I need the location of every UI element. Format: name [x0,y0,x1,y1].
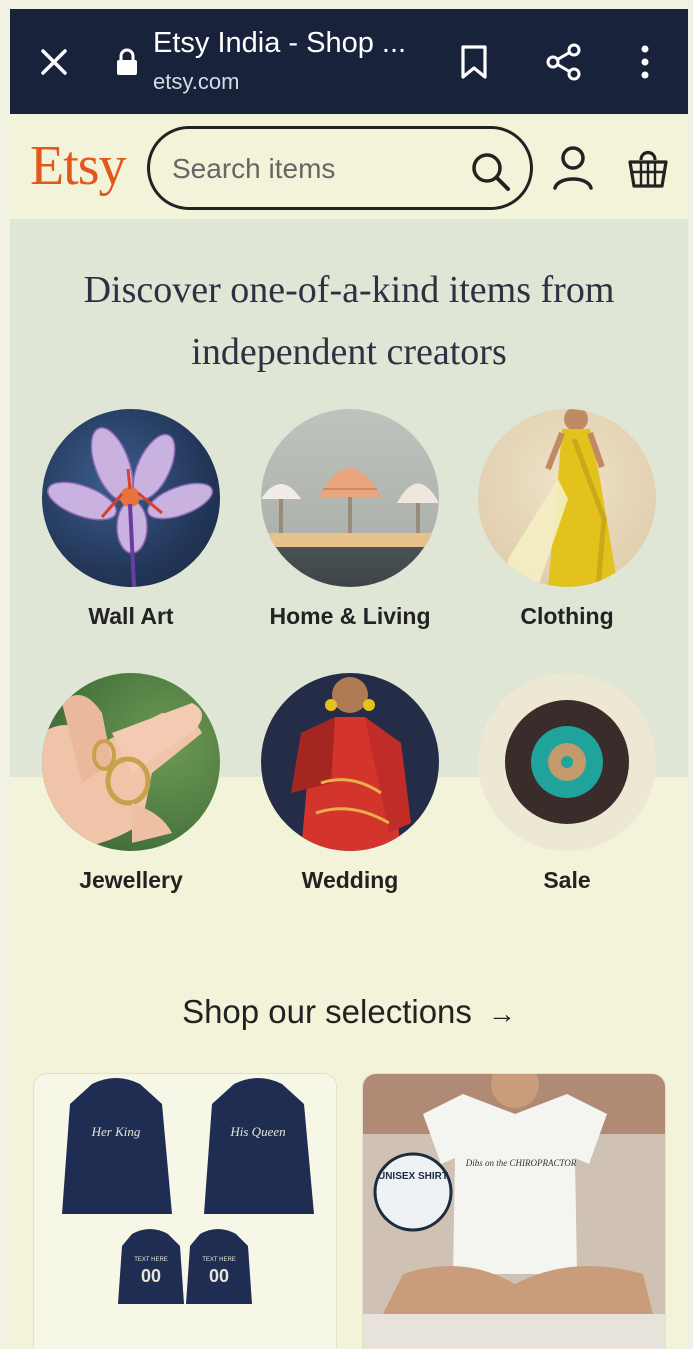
hero-heading: Discover one-of-a-kind items from indepe… [83,269,615,373]
selections-heading[interactable]: Shop our selections → [10,993,688,1031]
home-living-image [261,409,439,587]
tab-title: Etsy India - Shop ... [153,27,407,59]
category-label: Jewellery [79,867,183,893]
close-icon[interactable] [34,42,74,82]
category-clothing[interactable]: Clothing [477,409,657,630]
search-icon[interactable] [468,149,514,195]
lock-icon [114,47,140,77]
selections-title: Shop our selections [182,993,472,1030]
bookmark-icon[interactable] [454,39,494,85]
category-home-living[interactable]: Home & Living [260,409,440,630]
unisex-badge-text: UNISEX SHIRT [378,1171,448,1182]
clothing-image [478,409,656,587]
category-label: Wall Art [88,603,174,629]
site-header: Etsy [10,114,688,219]
category-label: Home & Living [269,603,431,629]
tshirt-image: UNISEX SHIRT Dibs on the CHIROPRACTOR [363,1074,665,1349]
category-label: Clothing [520,603,614,629]
hoodie-number-2: 00 [209,1266,229,1286]
arrow-right-icon: → [487,998,516,1029]
browser-toolbar: Etsy India - Shop ... etsy.com [10,9,688,114]
category-wall-art[interactable]: Wall Art [41,409,221,630]
hoodie-text-1: Her King [91,1124,141,1139]
jewellery-image [42,673,220,851]
selection-card-tshirt[interactable]: UNISEX SHIRT Dibs on the CHIROPRACTOR [362,1073,666,1349]
category-jewellery[interactable]: Jewellery [41,673,221,894]
category-label: Sale [543,867,591,893]
category-label: Wedding [301,867,399,893]
selection-card-hoodies[interactable]: Her King His Queen TEXT HERE TEXT HERE 0… [33,1073,337,1349]
wall-art-image [42,409,220,587]
search-input[interactable] [172,147,462,191]
search-bar[interactable] [147,126,533,210]
cart-basket-icon[interactable] [626,144,670,192]
hoodie-text-2: His Queen [229,1124,285,1139]
hoodie-number-1: 00 [141,1266,161,1286]
share-icon[interactable] [542,39,586,85]
hoodie-small-text-2: TEXT HERE [202,1257,236,1263]
hoodies-image: Her King His Queen TEXT HERE TEXT HERE 0… [34,1074,336,1349]
etsy-logo[interactable]: Etsy [30,134,127,198]
shirt-print-text: Dibs on the CHIROPRACTOR [465,1158,577,1168]
category-wedding[interactable]: Wedding [260,673,440,894]
hoodie-small-text-1: TEXT HERE [134,1257,168,1263]
category-sale[interactable]: Sale [477,673,657,894]
wedding-image [261,673,439,851]
page: Etsy India - Shop ... etsy.com Etsy Disc… [10,9,688,1349]
more-menu-icon[interactable] [630,39,660,85]
account-icon[interactable] [550,144,596,192]
tab-domain: etsy.com [153,69,240,94]
sale-image [478,673,656,851]
